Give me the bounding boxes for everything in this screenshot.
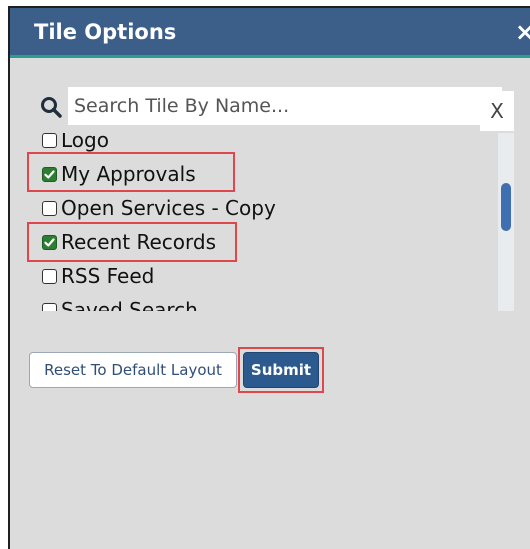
dialog-title: Tile Options (34, 20, 177, 44)
checkbox-unchecked[interactable] (42, 133, 57, 148)
tile-label: Open Services - Copy (61, 196, 276, 220)
tile-list: Logo My Approvals Open Services - Copy R… (34, 133, 514, 311)
scrollbar-thumb[interactable] (501, 183, 511, 231)
checkbox-checked[interactable] (42, 166, 57, 182)
tile-label: My Approvals (61, 162, 196, 186)
tile-options-dialog: Tile Options × X Logo My Approvals Open (8, 6, 530, 549)
tile-item-recent-records[interactable]: Recent Records (34, 225, 490, 259)
checkbox-unchecked[interactable] (42, 200, 57, 216)
tile-label: Recent Records (61, 230, 216, 254)
search-row: X (34, 87, 522, 133)
tile-label: Saved Search (61, 298, 198, 311)
tile-list-items: Logo My Approvals Open Services - Copy R… (34, 133, 490, 311)
tile-item-my-approvals[interactable]: My Approvals (34, 157, 490, 191)
checkbox-unchecked[interactable] (42, 302, 57, 311)
submit-button[interactable]: Submit (243, 352, 319, 388)
checkbox-unchecked[interactable] (42, 268, 57, 284)
search-input[interactable] (68, 87, 502, 125)
tile-list-scrollbar[interactable] (498, 133, 514, 311)
tile-item-saved-search[interactable]: Saved Search (34, 293, 490, 311)
tile-item-open-services-copy[interactable]: Open Services - Copy (34, 191, 490, 225)
close-icon[interactable]: × (515, 18, 530, 46)
search-icon (40, 96, 62, 118)
clear-search-button[interactable]: X (480, 91, 514, 131)
tile-item-rss-feed[interactable]: RSS Feed (34, 259, 490, 293)
checkbox-checked[interactable] (42, 234, 57, 250)
tile-item-logo[interactable]: Logo (34, 133, 490, 157)
tile-label: RSS Feed (61, 264, 155, 288)
reset-layout-button[interactable]: Reset To Default Layout (29, 352, 237, 388)
tile-label: Logo (61, 133, 109, 152)
dialog-titlebar: Tile Options × (10, 8, 530, 58)
